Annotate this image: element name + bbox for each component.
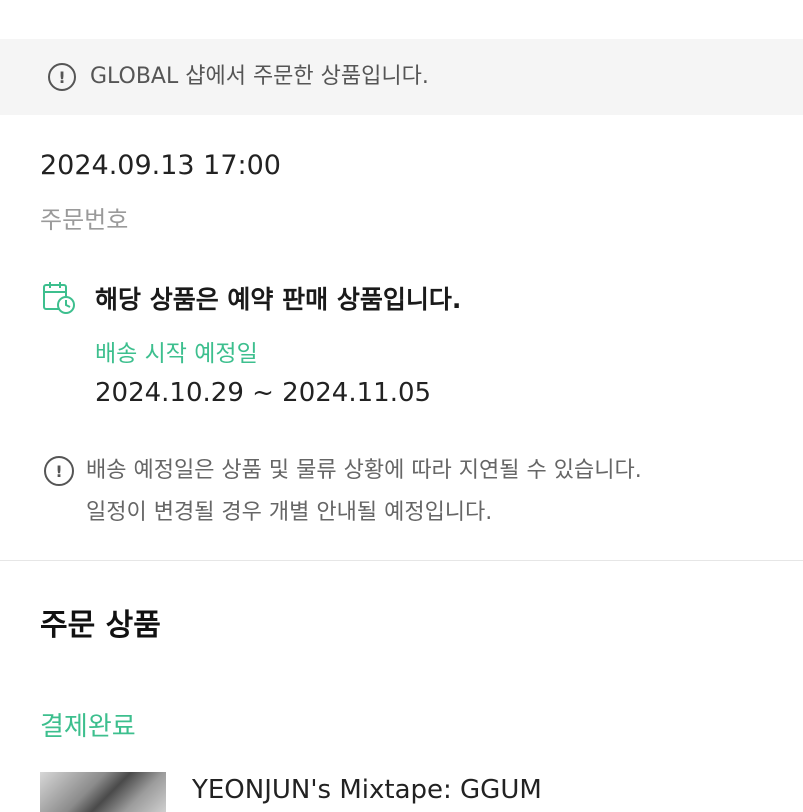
order-number-label: 주문번호 (40, 206, 129, 234)
info-icon: ! (48, 63, 76, 91)
global-shop-banner: ! GLOBAL 샵에서 주문한 상품입니다. (0, 39, 803, 115)
notice-line: 배송 예정일은 상품 및 물류 상황에 따라 지연될 수 있습니다. (86, 458, 642, 483)
notice-line: 일정이 변경될 경우 개별 안내될 예정입니다. (86, 500, 493, 525)
order-datetime: 2024.09.13 17:00 (40, 150, 281, 181)
payment-status: 결제완료 (40, 712, 136, 742)
ship-date-range: 2024.10.29 ~ 2024.11.05 (95, 378, 432, 408)
banner-text: GLOBAL 샵에서 주문한 상품입니다. (90, 64, 429, 89)
product-name[interactable]: YEONJUN's Mixtape: GGUM (192, 775, 542, 805)
product-thumbnail[interactable] (40, 772, 166, 812)
info-icon: ! (44, 456, 74, 486)
ship-start-label: 배송 시작 예정일 (95, 341, 258, 367)
section-divider (0, 560, 803, 561)
presale-notice-title: 해당 상품은 예약 판매 상품입니다. (95, 285, 462, 314)
order-products-title: 주문 상품 (40, 608, 161, 643)
calendar-clock-icon (43, 282, 75, 314)
